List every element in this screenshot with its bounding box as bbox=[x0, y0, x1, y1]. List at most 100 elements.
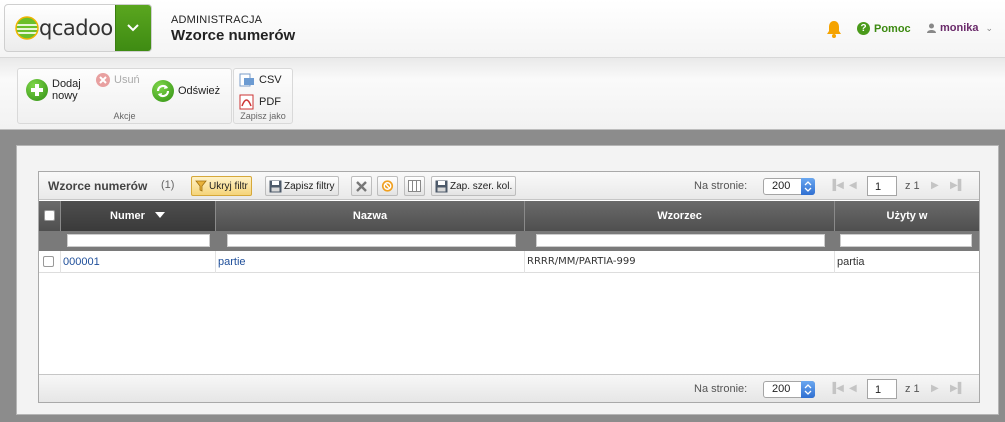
cell-nazwa[interactable]: partie bbox=[216, 251, 525, 273]
page-number-input-footer[interactable]: 1 bbox=[867, 379, 897, 399]
filter-input-numer[interactable] bbox=[67, 234, 210, 247]
cell-wzorzec: RRRR/MM/PARTIA-999 bbox=[525, 251, 835, 273]
grid-toolbar: Wzorce numerów (1) Ukryj filtr Zapisz fi… bbox=[39, 172, 979, 200]
column-header-numer-label: Numer bbox=[110, 210, 145, 222]
add-new-label: Dodaj nowy bbox=[52, 78, 81, 102]
grid-filter-row bbox=[39, 231, 979, 251]
refresh-icon bbox=[152, 80, 174, 102]
columns-icon bbox=[408, 180, 421, 192]
pdf-label: PDF bbox=[259, 96, 281, 108]
csv-label: CSV bbox=[259, 74, 282, 86]
ribbon-group-save-as: CSV PDF Zapisz jako bbox=[233, 68, 293, 124]
add-new-button[interactable]: Dodaj nowy bbox=[26, 78, 81, 102]
add-new-label-line1: Dodaj bbox=[52, 78, 81, 90]
app-logo-menu[interactable]: qcadoo bbox=[4, 4, 152, 52]
top-header: qcadoo ADMINISTRACJA Wzorce numerów ? Po… bbox=[0, 0, 1005, 58]
floppy-icon bbox=[435, 180, 448, 192]
save-column-width-label: Zap. szer. kol. bbox=[450, 180, 513, 192]
add-new-label-line2: nowy bbox=[52, 90, 78, 102]
last-page-icon[interactable]: ▶▌ bbox=[950, 180, 965, 191]
numbering-patterns-grid: Wzorce numerów (1) Ukryj filtr Zapisz fi… bbox=[38, 171, 980, 403]
hide-filter-button[interactable]: Ukryj filtr bbox=[191, 176, 252, 196]
close-icon bbox=[356, 180, 367, 192]
chevron-down-icon bbox=[127, 24, 139, 32]
page-of-label-footer: z 1 bbox=[905, 383, 920, 395]
breadcrumb-section: ADMINISTRACJA bbox=[171, 14, 263, 26]
row-select-cell bbox=[39, 251, 61, 273]
main-menu-dropdown[interactable] bbox=[115, 5, 151, 51]
first-page-icon[interactable]: ▐◀ bbox=[829, 383, 844, 394]
refresh-label: Odśwież bbox=[178, 85, 221, 97]
ribbon-toolbar: Dodaj nowy Usuń Odśwież Akcje CSV PDF Za… bbox=[0, 58, 1005, 130]
next-page-icon[interactable]: ▶ bbox=[931, 383, 939, 394]
per-page-value-footer: 200 bbox=[772, 383, 791, 395]
filter-icon bbox=[195, 180, 207, 192]
page-title: Wzorce numerów bbox=[171, 27, 296, 44]
select-arrows-icon bbox=[801, 178, 815, 195]
column-header-nazwa[interactable]: Nazwa bbox=[216, 201, 525, 231]
first-page-icon[interactable]: ▐◀ bbox=[829, 180, 844, 191]
ribbon-group-label-actions: Akcje bbox=[113, 111, 136, 121]
user-name: monika bbox=[940, 22, 979, 34]
per-page-value: 200 bbox=[772, 180, 791, 192]
refresh-button[interactable]: Odśwież bbox=[152, 80, 220, 102]
qcadoo-logo-icon bbox=[15, 16, 39, 40]
save-filters-button[interactable]: Zapisz filtry bbox=[265, 176, 339, 196]
help-link[interactable]: ? Pomoc bbox=[857, 22, 911, 35]
sort-desc-icon bbox=[154, 212, 165, 218]
chevron-down-icon: ⌄ bbox=[985, 22, 994, 33]
main-content: Wzorce numerów (1) Ukryj filtr Zapisz fi… bbox=[16, 145, 999, 415]
cancel-circle-icon bbox=[381, 180, 394, 192]
app-logo-text: qcadoo bbox=[39, 16, 113, 40]
select-arrows-icon bbox=[801, 381, 815, 398]
delete-button[interactable]: Usuń bbox=[96, 73, 140, 87]
grid-record-count: (1) bbox=[161, 179, 175, 191]
table-row[interactable]: 000001 partie RRRR/MM/PARTIA-999 partia bbox=[39, 251, 979, 273]
select-all-cell bbox=[39, 201, 61, 231]
delete-label: Usuń bbox=[114, 74, 140, 86]
last-page-icon[interactable]: ▶▌ bbox=[950, 383, 965, 394]
filter-input-uzyty-w[interactable] bbox=[840, 234, 972, 247]
user-menu[interactable]: monika ⌄ bbox=[927, 22, 993, 34]
save-column-width-button[interactable]: Zap. szer. kol. bbox=[431, 176, 517, 196]
per-page-select-footer[interactable]: 200 bbox=[763, 381, 815, 398]
ribbon-group-actions: Dodaj nowy Usuń Odśwież Akcje bbox=[17, 68, 232, 124]
next-page-icon[interactable]: ▶ bbox=[931, 180, 939, 191]
prev-page-icon[interactable]: ◀ bbox=[849, 180, 857, 191]
grid-footer: Na stronie: 200 ▐◀ ◀ 1 z 1 ▶ ▶▌ bbox=[39, 374, 979, 402]
cancel-filter-button[interactable] bbox=[377, 176, 398, 196]
filter-input-nazwa[interactable] bbox=[227, 234, 516, 247]
prev-page-icon[interactable]: ◀ bbox=[849, 383, 857, 394]
help-label: Pomoc bbox=[874, 22, 911, 35]
per-page-label-footer: Na stronie: bbox=[694, 383, 748, 395]
csv-icon bbox=[239, 73, 254, 87]
cell-numer[interactable]: 000001 bbox=[61, 251, 216, 273]
per-page-select[interactable]: 200 bbox=[763, 178, 815, 195]
export-pdf-button[interactable]: PDF bbox=[239, 94, 281, 110]
floppy-icon bbox=[269, 180, 282, 192]
hide-filter-label: Ukryj filtr bbox=[209, 180, 248, 192]
column-header-wzorzec[interactable]: Wzorzec bbox=[525, 201, 835, 231]
filter-input-wzorzec[interactable] bbox=[536, 234, 825, 247]
export-csv-button[interactable]: CSV bbox=[239, 73, 282, 87]
ribbon-group-label-save-as: Zapisz jako bbox=[240, 111, 286, 121]
bell-icon[interactable] bbox=[826, 20, 842, 38]
clear-filters-button[interactable] bbox=[351, 176, 372, 196]
add-icon bbox=[26, 79, 48, 101]
columns-button[interactable] bbox=[404, 176, 425, 196]
row-checkbox[interactable] bbox=[43, 256, 54, 267]
user-icon bbox=[927, 23, 936, 33]
delete-icon bbox=[96, 73, 110, 87]
grid-header-row: Numer Nazwa Wzorzec Użyty w bbox=[39, 201, 979, 231]
pdf-icon bbox=[239, 94, 254, 110]
save-filters-label: Zapisz filtry bbox=[284, 180, 335, 192]
help-icon: ? bbox=[857, 22, 870, 35]
cell-uzyty-w: partia bbox=[837, 256, 865, 268]
select-all-checkbox[interactable] bbox=[44, 210, 55, 221]
page-of-label: z 1 bbox=[905, 180, 920, 192]
page-number-input[interactable]: 1 bbox=[867, 176, 897, 196]
per-page-label: Na stronie: bbox=[694, 180, 748, 192]
column-header-numer[interactable]: Numer bbox=[61, 201, 216, 231]
column-header-uzyty-w[interactable]: Użyty w bbox=[835, 201, 979, 231]
grid-title: Wzorce numerów bbox=[48, 179, 148, 193]
